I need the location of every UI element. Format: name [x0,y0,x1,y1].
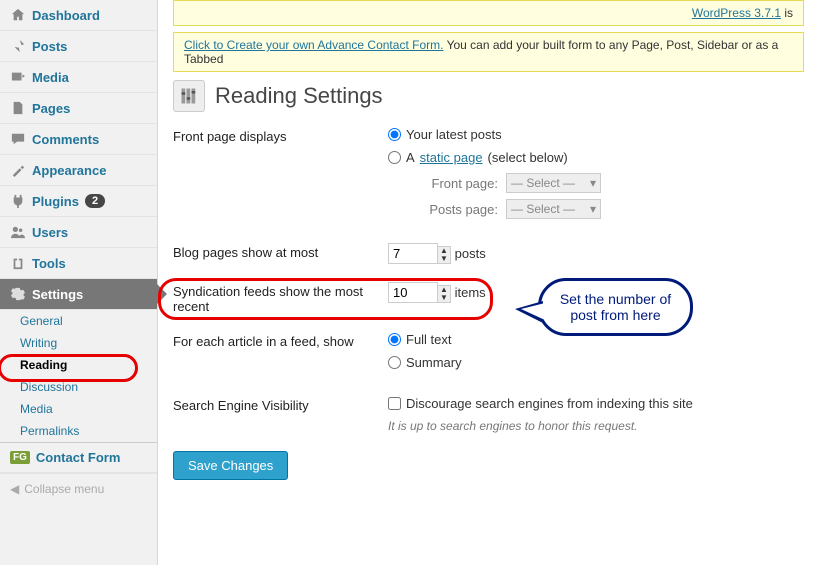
save-button[interactable]: Save Changes [173,451,288,480]
version-notice: WordPress 3.7.1 is [173,0,804,26]
unit-label: posts [455,246,486,261]
spinner[interactable]: ▲▼ [437,285,451,303]
sidebar-item-contact-form[interactable]: FG Contact Form [0,442,157,473]
spin-down-icon[interactable]: ▼ [438,294,450,302]
blogpages-row: Blog pages show at most ▲▼ posts [173,243,804,264]
collapse-menu[interactable]: ◀ Collapse menu [0,473,157,504]
collapse-label: Collapse menu [24,482,104,496]
radio-summary[interactable] [388,356,401,369]
collapse-icon: ◀ [10,482,19,496]
radio-latest-posts[interactable] [388,128,401,141]
searchengine-label: Search Engine Visibility [173,396,388,433]
checkbox-label: Discourage search engines from indexing … [406,396,693,411]
feedshow-label: For each article in a feed, show [173,332,388,378]
sidebar-label: Users [32,225,68,240]
sub-general[interactable]: General [0,310,157,332]
fg-icon: FG [10,451,30,464]
syndication-label: Syndication feeds show the most recent [173,282,388,314]
frontpage-label: Front page displays [173,127,388,225]
sidebar-label: Plugins [32,194,79,209]
sidebar-label: Media [32,70,69,85]
sub-discussion[interactable]: Discussion [0,376,157,398]
front-page-select[interactable]: — Select — ▾ [506,173,601,193]
sidebar-item-users[interactable]: Users [0,217,157,248]
sidebar-label: Dashboard [32,8,100,23]
chevron-down-icon: ▾ [590,202,596,216]
sidebar-label: Posts [32,39,67,54]
radio-fulltext[interactable] [388,333,401,346]
front-page-label: Front page: [418,176,498,191]
feedshow-row: For each article in a feed, show Full te… [173,332,804,378]
radio-label: Your latest posts [406,127,502,142]
media-icon [10,69,26,85]
admin-sidebar: Dashboard Posts Media Pages Comments App… [0,0,158,565]
select-value: — Select — [511,176,575,190]
sidebar-item-pages[interactable]: Pages [0,93,157,124]
searchengine-row: Search Engine Visibility Discourage sear… [173,396,804,433]
sidebar-item-plugins[interactable]: Plugins 2 [0,186,157,217]
home-icon [10,7,26,23]
frontpage-row: Front page displays Your latest posts A … [173,127,804,225]
comment-icon [10,131,26,147]
chevron-down-icon: ▾ [590,176,596,190]
page-title: Reading Settings [215,83,383,109]
version-suffix: is [781,6,793,20]
spin-down-icon[interactable]: ▼ [438,255,450,263]
discourage-checkbox[interactable] [388,397,401,410]
page-icon [10,100,26,116]
contact-link[interactable]: Click to Create your own Advance Contact… [184,38,443,52]
settings-page-icon [173,80,205,112]
sidebar-item-comments[interactable]: Comments [0,124,157,155]
select-value: — Select — [511,202,575,216]
sidebar-label: Contact Form [36,450,121,465]
sidebar-item-appearance[interactable]: Appearance [0,155,157,186]
posts-page-select[interactable]: — Select — ▾ [506,199,601,219]
sub-writing[interactable]: Writing [0,332,157,354]
sidebar-label: Settings [32,287,83,302]
sidebar-label: Comments [32,132,99,147]
sidebar-item-tools[interactable]: Tools [0,248,157,279]
version-link[interactable]: WordPress 3.7.1 [692,6,781,20]
sub-reading[interactable]: Reading [0,354,157,376]
page-title-row: Reading Settings [173,80,804,112]
sub-media[interactable]: Media [0,398,157,420]
radio-label-post: (select below) [488,150,568,165]
content-area: WordPress 3.7.1 is Click to Create your … [158,0,819,565]
spinner[interactable]: ▲▼ [437,246,451,264]
update-badge: 2 [85,194,105,208]
sidebar-label: Appearance [32,163,106,178]
unit-label: items [455,285,486,300]
radio-static-page[interactable] [388,151,401,164]
sub-permalinks[interactable]: Permalinks [0,420,157,442]
tools-icon [10,255,26,271]
radio-label: Full text [406,332,452,347]
radio-label-pre: A [406,150,415,165]
sidebar-item-dashboard[interactable]: Dashboard [0,0,157,31]
sidebar-item-posts[interactable]: Posts [0,31,157,62]
appearance-icon [10,162,26,178]
sidebar-label: Tools [32,256,66,271]
searchengine-desc: It is up to search engines to honor this… [388,419,804,433]
sidebar-item-settings[interactable]: Settings [0,279,157,310]
annotation-callout: Set the number of post from here [538,278,693,336]
sidebar-item-media[interactable]: Media [0,62,157,93]
sidebar-label: Pages [32,101,70,116]
callout-text: Set the number of post from here [560,291,671,323]
syndication-row: Syndication feeds show the most recent ▲… [173,282,804,314]
users-icon [10,224,26,240]
posts-page-label: Posts page: [418,202,498,217]
radio-label: Summary [406,355,462,370]
contact-notice: Click to Create your own Advance Contact… [173,32,804,72]
pin-icon [10,38,26,54]
blogpages-label: Blog pages show at most [173,243,388,264]
blogpages-input[interactable] [388,243,438,264]
settings-icon [10,286,26,302]
static-page-link[interactable]: static page [420,150,483,165]
syndication-input[interactable] [388,282,438,303]
plugin-icon [10,193,26,209]
